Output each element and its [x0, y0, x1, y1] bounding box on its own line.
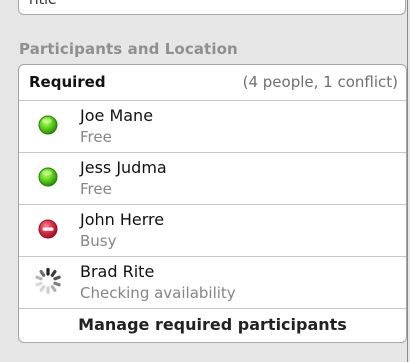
participant-status: Busy — [80, 232, 117, 250]
red-minus-icon — [38, 219, 58, 239]
green-circle-icon — [38, 115, 58, 135]
participant-row[interactable]: John Herre Busy — [19, 205, 406, 257]
participant-row[interactable]: Joe Mane Free — [19, 101, 406, 153]
participant-status: Checking availability — [80, 284, 236, 302]
required-header: Required (4 people, 1 conflict) — [19, 65, 406, 101]
loading-spinner-icon — [35, 267, 61, 295]
green-circle-icon — [38, 167, 58, 187]
section-heading: Participants and Location — [19, 40, 238, 58]
required-title: Required — [29, 73, 106, 91]
right-scroll-edge — [407, 0, 408, 362]
participant-row[interactable]: Brad Rite Checking availability — [19, 257, 406, 309]
manage-required-participants-button[interactable]: Manage required participants — [19, 307, 406, 342]
participant-name: John Herre — [80, 210, 165, 229]
title-field[interactable]: ritle — [18, 0, 406, 15]
participant-status: Free — [80, 128, 112, 146]
participant-name: Jess Judma — [80, 158, 167, 177]
required-summary: (4 people, 1 conflict) — [242, 73, 398, 91]
participant-status: Free — [80, 180, 112, 198]
participant-row[interactable]: Jess Judma Free — [19, 153, 406, 205]
required-participants-card: Required (4 people, 1 conflict) Joe Mane… — [18, 64, 407, 343]
participant-name: Brad Rite — [80, 262, 155, 281]
title-field-value: ritle — [29, 0, 57, 8]
participant-name: Joe Mane — [80, 106, 154, 125]
